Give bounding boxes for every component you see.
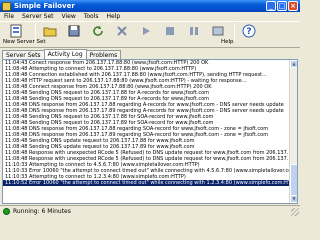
help-button[interactable]: ? (238, 23, 259, 39)
new-server-set-icon (10, 24, 22, 38)
refresh-button[interactable] (87, 23, 108, 39)
help-icon: ? (242, 24, 255, 38)
window-title: Simple Failover (14, 2, 75, 10)
toolbar-separator (234, 23, 235, 41)
delete-icon (116, 26, 127, 36)
help-label: Help (221, 39, 234, 45)
settings-icon (189, 27, 198, 35)
title-bar: Simple Failover _ □ × (0, 0, 300, 12)
menu-tools[interactable]: Tools (80, 13, 103, 20)
vertical-scrollbar[interactable]: ▲ ▼ (289, 60, 297, 203)
stop-icon (165, 27, 174, 35)
maximize-button[interactable]: □ (277, 1, 287, 11)
log-list: 11:04:43 Conect response from 206.137.17… (3, 60, 297, 186)
folder-icon (43, 27, 56, 37)
resize-grip[interactable] (291, 208, 299, 216)
window-controls: _ □ × (266, 1, 298, 11)
menu-server-set[interactable]: Server Set (18, 13, 57, 20)
scroll-down-arrow[interactable]: ▼ (290, 195, 297, 203)
menu-view[interactable]: View (57, 13, 79, 20)
play-icon (142, 27, 150, 35)
status-bar: Running: 6 Minutes (0, 205, 300, 217)
tab-activity-log[interactable]: Activity Log (43, 49, 87, 59)
tab-strip: Server Sets Activity Log Problems (0, 49, 300, 59)
toolbar: ? New Server Set Help (0, 21, 300, 48)
tab-server-sets[interactable]: Server Sets (2, 50, 45, 59)
activity-log-panel[interactable]: 11:04:43 Conect response from 206.137.17… (2, 59, 298, 204)
new-server-set-button[interactable] (3, 23, 29, 39)
tab-problems[interactable]: Problems (85, 50, 122, 59)
start-button[interactable] (135, 23, 156, 39)
close-button[interactable]: × (288, 1, 298, 11)
delete-button[interactable] (111, 23, 132, 39)
settings-button[interactable] (183, 23, 204, 39)
save-button[interactable] (63, 23, 84, 39)
svg-text:?: ? (246, 27, 251, 37)
properties-button[interactable] (207, 23, 228, 39)
open-button[interactable] (39, 23, 60, 39)
properties-icon (212, 26, 223, 36)
refresh-icon (92, 26, 103, 36)
scroll-thumb[interactable] (290, 164, 297, 198)
new-server-set-label: New Server Set (3, 39, 46, 45)
app-icon (2, 1, 11, 11)
minimize-button[interactable]: _ (266, 1, 276, 11)
stop-button[interactable] (159, 23, 180, 39)
scroll-up-arrow[interactable]: ▲ (290, 60, 297, 68)
log-entry[interactable]: 11:10:52 Error 10060 "the attempt to con… (3, 180, 289, 186)
running-status-icon (3, 208, 10, 215)
menu-file[interactable]: File (0, 13, 18, 20)
save-icon (68, 25, 79, 37)
menu-bar: File Server Set View Tools Help (0, 12, 300, 21)
menu-help[interactable]: Help (103, 13, 125, 20)
status-text: Running: 6 Minutes (13, 208, 71, 215)
